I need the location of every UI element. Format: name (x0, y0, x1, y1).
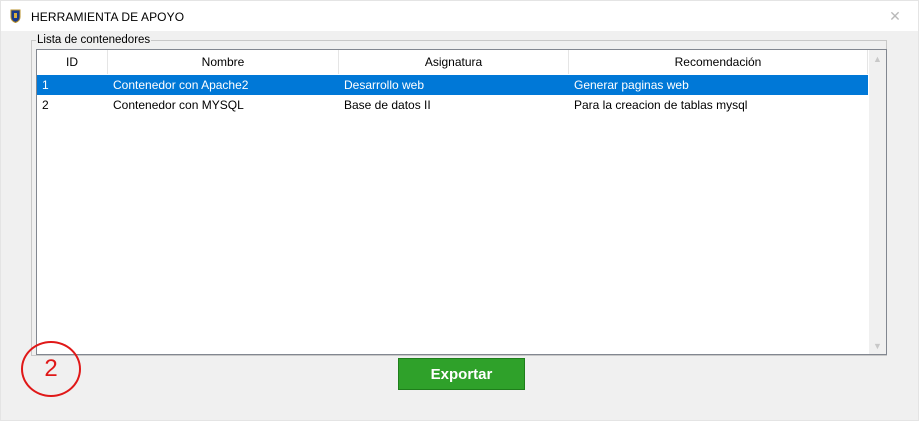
window-title: HERRAMIENTA DE APOYO (31, 10, 185, 24)
column-header-recomendacion[interactable]: Recomendación (569, 50, 868, 74)
scroll-down-icon[interactable]: ▼ (869, 337, 886, 354)
shield-icon (10, 9, 21, 23)
listview-header: ID Nombre Asignatura Recomendación (37, 50, 868, 74)
table-cell: Para la creacion de tablas mysql (574, 98, 748, 112)
table-cell: Contenedor con MYSQL (113, 98, 244, 112)
column-header-asignatura[interactable]: Asignatura (339, 50, 569, 74)
close-button[interactable]: ✕ (872, 1, 918, 31)
table-cell: Contenedor con Apache2 (113, 78, 249, 92)
table-cell: 2 (42, 98, 49, 112)
vertical-scrollbar[interactable]: ▲ ▼ (869, 50, 886, 354)
annotation-label: 2 (44, 355, 58, 382)
close-icon: ✕ (889, 7, 901, 24)
table-cell: Base de datos II (344, 98, 431, 112)
listview-rows: 1 Contenedor con Apache2 Desarrollo web Gen… (37, 75, 868, 115)
table-cell: Generar paginas web (574, 78, 689, 92)
app-window: HERRAMIENTA DE APOYO ✕ Lista de contened… (0, 0, 919, 421)
title-bar: HERRAMIENTA DE APOYO ✕ (1, 1, 918, 31)
annotation-circle: 2 (21, 341, 81, 397)
containers-listview[interactable]: ID Nombre Asignatura Recomendación 1 Cont… (36, 49, 887, 355)
column-header-nombre[interactable]: Nombre (108, 50, 339, 74)
table-cell: Desarrollo web (344, 78, 425, 92)
column-header-id[interactable]: ID (37, 50, 108, 74)
export-button[interactable]: Exportar (398, 358, 525, 390)
groupbox-label: Lista de contenedores (36, 33, 152, 47)
table-cell: 1 (42, 78, 49, 92)
scroll-up-icon[interactable]: ▲ (869, 50, 886, 67)
table-row[interactable]: 2 Contenedor con MYSQL Base de datos II Par… (37, 95, 868, 115)
table-row[interactable]: 1 Contenedor con Apache2 Desarrollo web Gen… (37, 75, 868, 95)
